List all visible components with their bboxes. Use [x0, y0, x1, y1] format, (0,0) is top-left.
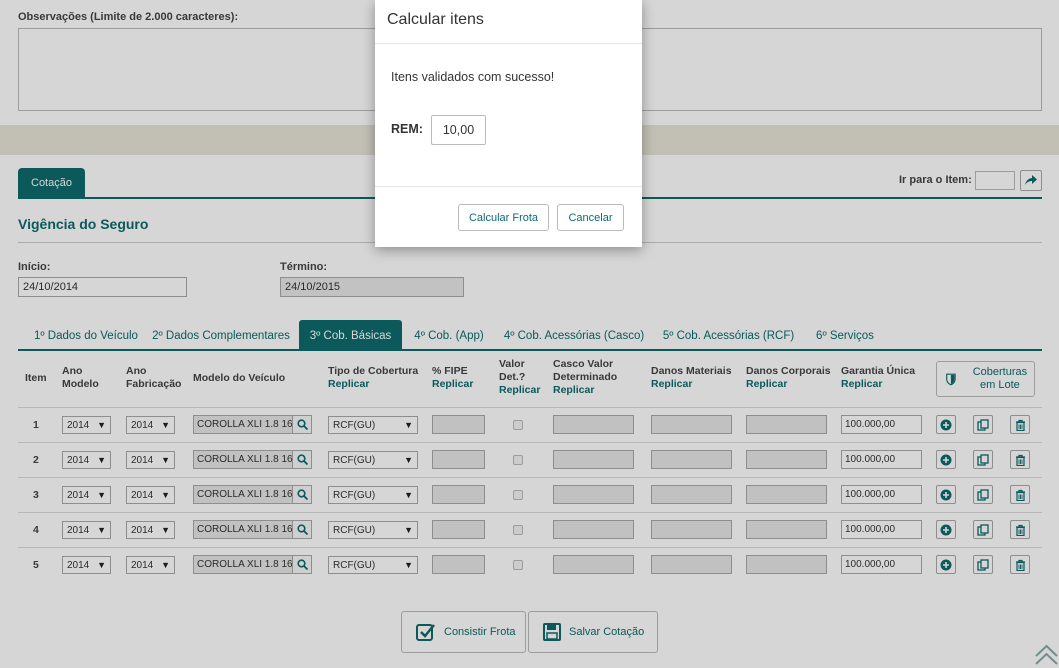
divider — [375, 43, 642, 44]
cancelar-button[interactable]: Cancelar — [557, 204, 624, 231]
calcular-itens-modal: Calcular itens Itens validados com suces… — [375, 0, 642, 247]
rem-input[interactable]: 10,00 — [431, 115, 486, 145]
modal-message: Itens validados com sucesso! — [391, 70, 555, 84]
modal-title: Calcular itens — [387, 11, 484, 28]
rem-label: REM: — [391, 122, 423, 136]
calcular-frota-button[interactable]: Calcular Frota — [458, 204, 549, 231]
divider — [375, 186, 642, 187]
